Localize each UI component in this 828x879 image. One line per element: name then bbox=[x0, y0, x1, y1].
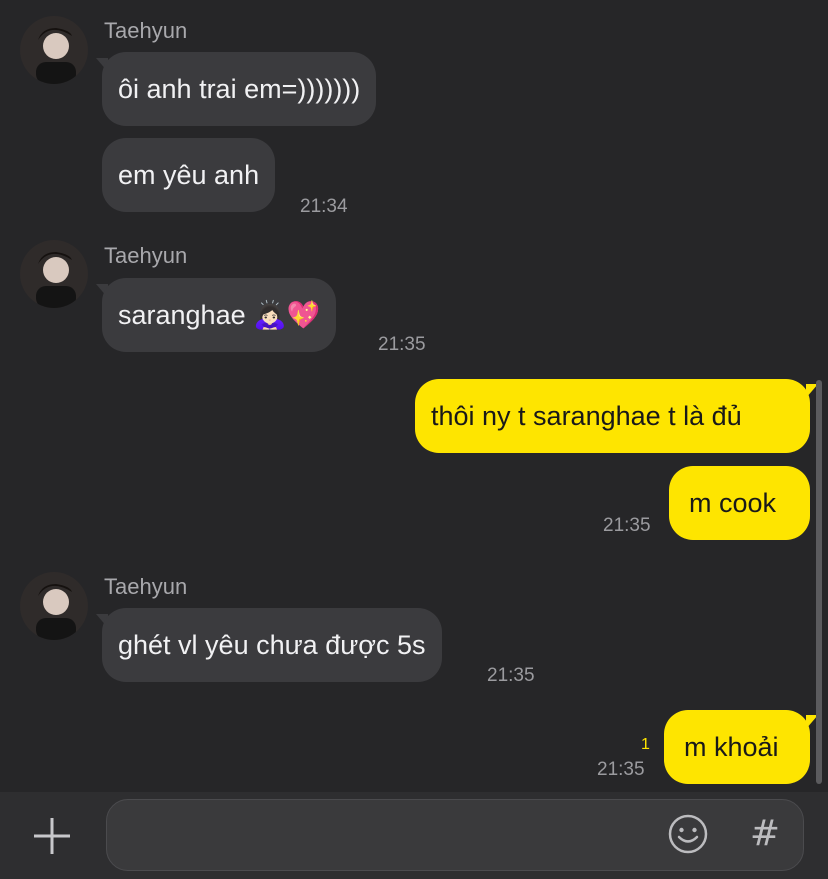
plus-button[interactable] bbox=[28, 812, 76, 860]
avatar-photo-icon bbox=[20, 16, 88, 84]
avatar-photo-icon bbox=[20, 572, 88, 640]
sender-name: Taehyun bbox=[104, 243, 188, 268]
message-bubble[interactable]: m khoải bbox=[664, 710, 810, 784]
hashtag-button[interactable]: # bbox=[748, 814, 782, 854]
message-bubble[interactable]: ghét vl yêu chưa được 5s bbox=[102, 608, 442, 682]
scrollbar[interactable] bbox=[816, 380, 822, 784]
sender-name: Taehyun bbox=[104, 574, 188, 599]
sender-avatar[interactable] bbox=[20, 572, 88, 640]
message-time: 21:34 bbox=[300, 196, 348, 217]
chat-history[interactable]: Taehyun ôi anh trai em=))))))) em yêu an… bbox=[0, 0, 828, 792]
plus-icon bbox=[34, 818, 70, 854]
smiley-icon bbox=[668, 814, 708, 854]
sender-name: Taehyun bbox=[104, 18, 188, 43]
avatar-photo-icon bbox=[20, 240, 88, 308]
message-time: 21:35 bbox=[378, 334, 426, 355]
emoji-button[interactable] bbox=[666, 812, 710, 856]
unread-count: 1 bbox=[641, 736, 650, 753]
sender-avatar[interactable] bbox=[20, 16, 88, 84]
message-bubble[interactable]: saranghae 🙇🏻‍♀️💖 bbox=[102, 278, 337, 352]
message-time: 21:35 bbox=[597, 759, 645, 780]
message-time: 21:35 bbox=[487, 665, 535, 686]
message-bubble[interactable]: thôi ny t saranghae t là đủ bbox=[415, 379, 810, 453]
message-time: 21:35 bbox=[603, 515, 651, 536]
message-bubble[interactable]: m cook bbox=[669, 466, 810, 540]
message-bubble[interactable]: em yêu anh bbox=[102, 138, 276, 212]
message-bubble[interactable]: ôi anh trai em=))))))) bbox=[102, 52, 377, 126]
sender-avatar[interactable] bbox=[20, 240, 88, 308]
